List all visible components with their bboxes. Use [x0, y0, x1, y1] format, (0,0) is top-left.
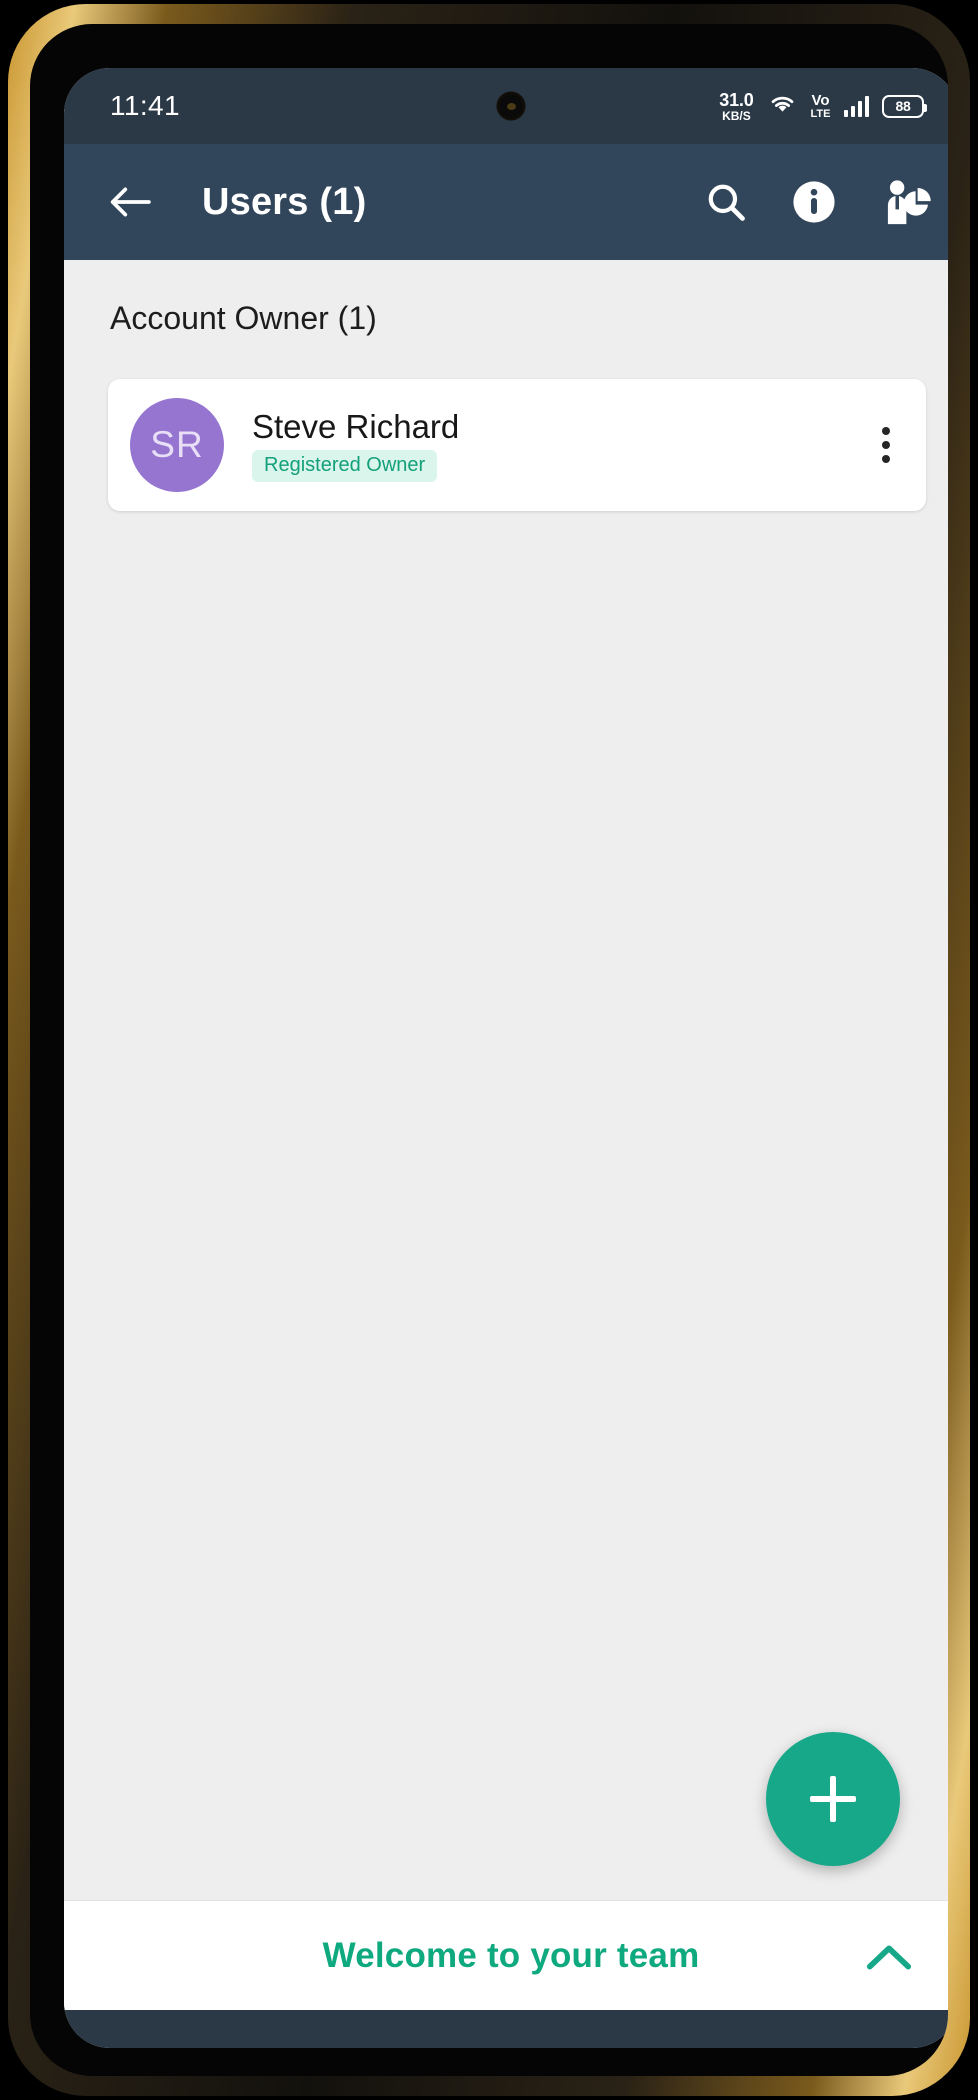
add-user-fab[interactable] [766, 1732, 900, 1866]
front-camera-punchhole [496, 91, 526, 121]
more-options-icon[interactable] [872, 419, 900, 471]
network-speed-value: 31.0 [719, 89, 754, 110]
android-nav-bar [64, 2010, 948, 2048]
app-bar: Users (1) [64, 144, 948, 260]
info-icon[interactable] [790, 178, 838, 226]
volte-top-text: Vo [811, 91, 830, 109]
section-header-account-owner: Account Owner (1) [110, 300, 377, 336]
battery-icon: 88 [882, 94, 927, 118]
user-meta: Steve Richard Registered Owner [252, 408, 459, 482]
volte-bottom-text: LTE [810, 107, 831, 120]
wifi-icon [767, 92, 798, 120]
status-icons: 31.0 KB/S Vo LTE 88 [719, 91, 927, 122]
back-arrow-icon[interactable] [108, 185, 152, 219]
list-item[interactable]: SR Steve Richard Registered Owner [108, 379, 926, 511]
search-icon[interactable] [704, 180, 748, 224]
avatar: SR [130, 398, 224, 492]
user-name: Steve Richard [252, 408, 460, 445]
battery-level: 88 [895, 98, 911, 114]
phone-screen: 11:41 31.0 KB/S Vo LTE 88 Users (1) Acco… [64, 68, 948, 2048]
network-speed-unit: KB/S [722, 108, 751, 123]
phone-body: 11:41 31.0 KB/S Vo LTE 88 Users (1) Acco… [30, 24, 948, 2076]
user-report-icon[interactable] [880, 178, 932, 226]
phone-frame: 11:41 31.0 KB/S Vo LTE 88 Users (1) Acco… [8, 4, 970, 2096]
network-speed-indicator: 31.0 KB/S [719, 91, 753, 122]
bottom-sheet[interactable]: Welcome to your team [64, 1900, 948, 2010]
status-clock: 11:41 [110, 90, 180, 121]
users-content: Account Owner (1) SR Steve Richard Regis… [64, 260, 948, 1900]
status-bar: 11:41 31.0 KB/S Vo LTE 88 [64, 68, 948, 144]
signal-bars-icon [843, 95, 869, 117]
bottom-sheet-title: Welcome to your team [322, 1935, 700, 1975]
status-badge: Registered Owner [252, 450, 438, 482]
page-title: Users (1) [202, 180, 367, 223]
chevron-up-icon[interactable] [866, 1942, 912, 1977]
volte-icon: Vo LTE [811, 93, 831, 120]
app-bar-actions [704, 178, 932, 226]
